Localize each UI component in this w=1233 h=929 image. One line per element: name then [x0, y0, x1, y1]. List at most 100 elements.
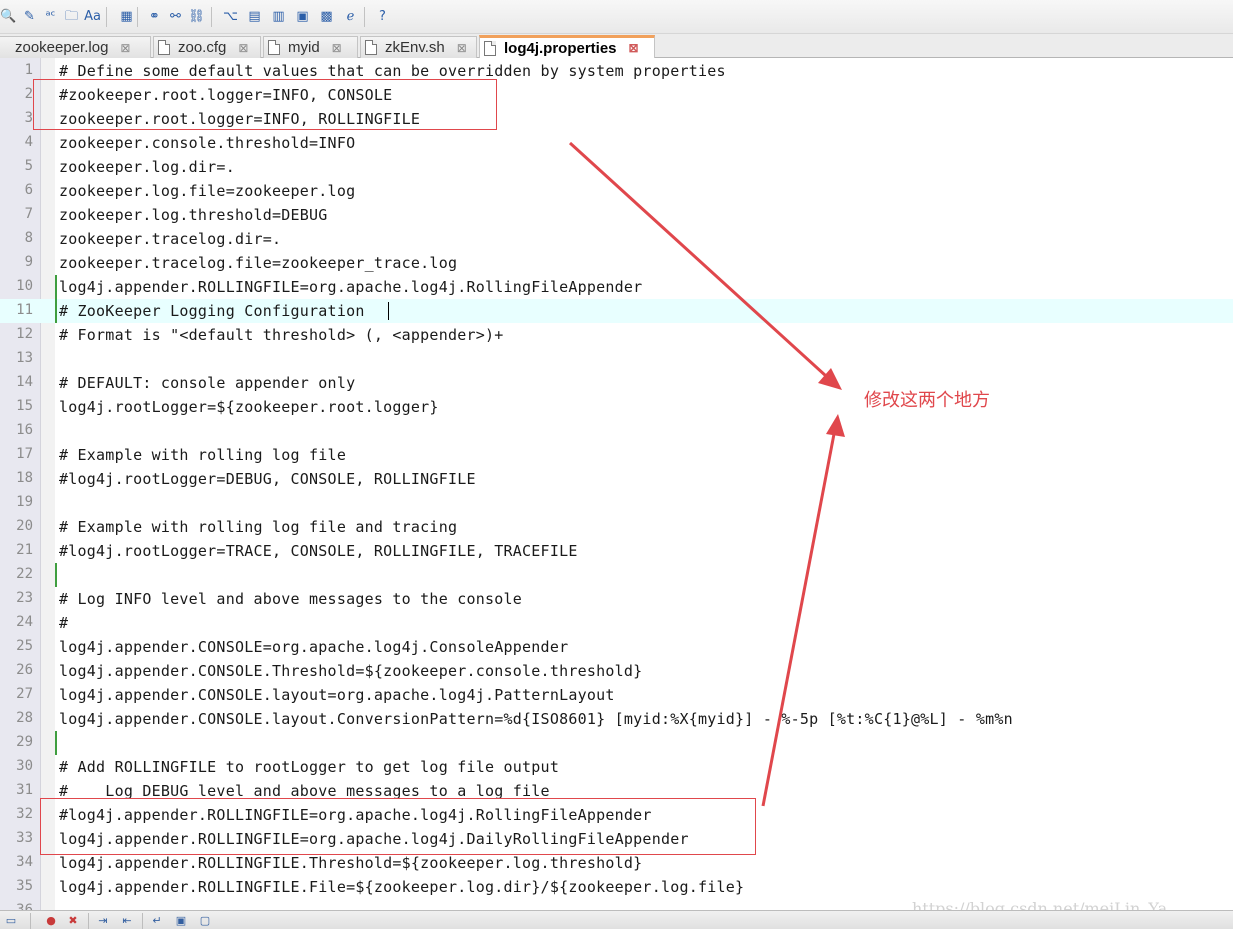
- code-text[interactable]: # Define some default values that can be…: [59, 62, 726, 80]
- indent-icon[interactable]: ⇥: [96, 914, 110, 928]
- code-line[interactable]: 29: [0, 731, 1233, 755]
- record-macro-icon[interactable]: ●: [44, 914, 58, 928]
- code-text[interactable]: #: [59, 614, 68, 632]
- link-icon[interactable]: ⚭: [146, 8, 163, 25]
- calculator-icon[interactable]: ▦: [118, 8, 135, 25]
- code-text[interactable]: log4j.appender.CONSOLE.layout=org.apache…: [59, 686, 615, 704]
- tree-view-icon[interactable]: ⌥: [222, 8, 239, 25]
- stop-macro-icon[interactable]: ✖: [66, 914, 80, 928]
- code-text[interactable]: log4j.appender.CONSOLE=org.apache.log4j.…: [59, 638, 568, 656]
- code-line[interactable]: 7 zookeeper.log.threshold=DEBUG: [0, 203, 1233, 227]
- code-text[interactable]: zookeeper.root.logger=INFO, ROLLINGFILE: [59, 110, 420, 128]
- code-line[interactable]: 4 zookeeper.console.threshold=INFO: [0, 131, 1233, 155]
- code-text[interactable]: log4j.appender.ROLLINGFILE.Threshold=${z…: [59, 854, 642, 872]
- code-text[interactable]: log4j.appender.ROLLINGFILE.File=${zookee…: [59, 878, 744, 896]
- panel-right-icon[interactable]: ▥: [270, 8, 287, 25]
- code-line[interactable]: 26 log4j.appender.CONSOLE.Threshold=${zoo…: [0, 659, 1233, 683]
- code-line[interactable]: 14 # DEFAULT: console appender only: [0, 371, 1233, 395]
- code-line[interactable]: 22: [0, 563, 1233, 587]
- tab-zoo-cfg[interactable]: zoo.cfg ⊠: [153, 36, 261, 58]
- code-text[interactable]: zookeeper.tracelog.file=zookeeper_trace.…: [59, 254, 457, 272]
- code-text[interactable]: zookeeper.log.file=zookeeper.log: [59, 182, 355, 200]
- code-text[interactable]: log4j.appender.CONSOLE.Threshold=${zooke…: [59, 662, 642, 680]
- code-line[interactable]: 23 # Log INFO level and above messages to…: [0, 587, 1233, 611]
- code-text[interactable]: # ZooKeeper Logging Configuration: [59, 302, 365, 320]
- link-alt-icon[interactable]: ⚯: [167, 8, 184, 25]
- view-panel-icon[interactable]: ▣: [174, 914, 188, 928]
- code-line[interactable]: 17 # Example with rolling log file: [0, 443, 1233, 467]
- tab-myid[interactable]: myid ⊠: [263, 36, 358, 58]
- wrap-icon[interactable]: ↵: [150, 914, 164, 928]
- code-text[interactable]: #log4j.appender.ROLLINGFILE=org.apache.l…: [59, 806, 652, 824]
- print-icon[interactable]: ▭: [4, 914, 18, 928]
- code-text[interactable]: # DEFAULT: console appender only: [59, 374, 355, 392]
- code-line[interactable]: 25 log4j.appender.CONSOLE=org.apache.log4…: [0, 635, 1233, 659]
- code-text[interactable]: zookeeper.console.threshold=INFO: [59, 134, 355, 152]
- tab-log4j-properties[interactable]: log4j.properties ⊠: [479, 35, 655, 58]
- code-line[interactable]: 35 log4j.appender.ROLLINGFILE.File=${zook…: [0, 875, 1233, 899]
- code-text[interactable]: #log4j.rootLogger=DEBUG, CONSOLE, ROLLIN…: [59, 470, 476, 488]
- code-line[interactable]: 2 #zookeeper.root.logger=INFO, CONSOLE: [0, 83, 1233, 107]
- code-line[interactable]: 5 zookeeper.log.dir=.: [0, 155, 1233, 179]
- code-line[interactable]: 30 # Add ROLLINGFILE to rootLogger to get…: [0, 755, 1233, 779]
- code-text[interactable]: #zookeeper.root.logger=INFO, CONSOLE: [59, 86, 392, 104]
- code-line[interactable]: 10 log4j.appender.ROLLINGFILE=org.apache.…: [0, 275, 1233, 299]
- code-line[interactable]: 13: [0, 347, 1233, 371]
- tab-close-icon[interactable]: ⊠: [629, 41, 639, 55]
- code-text[interactable]: # Add ROLLINGFILE to rootLogger to get l…: [59, 758, 559, 776]
- code-text[interactable]: #log4j.rootLogger=TRACE, CONSOLE, ROLLIN…: [59, 542, 578, 560]
- code-line[interactable]: 6 zookeeper.log.file=zookeeper.log: [0, 179, 1233, 203]
- code-line[interactable]: 11 # ZooKeeper Logging Configuration: [0, 299, 1233, 323]
- code-text[interactable]: zookeeper.log.threshold=DEBUG: [59, 206, 328, 224]
- code-text[interactable]: zookeeper.tracelog.dir=.: [59, 230, 281, 248]
- code-line[interactable]: 34 log4j.appender.ROLLINGFILE.Threshold=$…: [0, 851, 1233, 875]
- code-line[interactable]: 20 # Example with rolling log file and tr…: [0, 515, 1233, 539]
- code-text[interactable]: # Format is "<default threshold> (, <app…: [59, 326, 504, 344]
- code-line[interactable]: 27 log4j.appender.CONSOLE.layout=org.apac…: [0, 683, 1233, 707]
- code-text[interactable]: log4j.appender.ROLLINGFILE=org.apache.lo…: [59, 278, 642, 296]
- code-text[interactable]: # Log INFO level and above messages to t…: [59, 590, 522, 608]
- tab-close-icon[interactable]: ⊠: [457, 41, 467, 55]
- code-line[interactable]: 24 #: [0, 611, 1233, 635]
- edit-note-icon[interactable]: ✎: [21, 8, 38, 25]
- code-line[interactable]: 9 zookeeper.tracelog.file=zookeeper_trace…: [0, 251, 1233, 275]
- browser-icon[interactable]: ℯ: [342, 8, 359, 25]
- code-text[interactable]: # Example with rolling log file and trac…: [59, 518, 457, 536]
- find-in-files-icon[interactable]: 🗀: [63, 8, 80, 25]
- code-line[interactable]: 32 #log4j.appender.ROLLINGFILE=org.apache…: [0, 803, 1233, 827]
- tab-zkenv-sh[interactable]: zkEnv.sh ⊠: [360, 36, 477, 58]
- code-line[interactable]: 18 #log4j.rootLogger=DEBUG, CONSOLE, ROLL…: [0, 467, 1233, 491]
- text-format-icon[interactable]: Aa: [84, 8, 101, 25]
- code-line[interactable]: 31 # Log DEBUG level and above messages t…: [0, 779, 1233, 803]
- link-group-icon[interactable]: ⛓: [188, 8, 205, 25]
- code-line[interactable]: 8 zookeeper.tracelog.dir=.: [0, 227, 1233, 251]
- tab-close-icon[interactable]: ⊠: [120, 41, 130, 55]
- grid-icon[interactable]: ▩: [318, 8, 335, 25]
- code-text[interactable]: log4j.appender.CONSOLE.layout.Conversion…: [59, 710, 1013, 728]
- code-line[interactable]: 3 zookeeper.root.logger=INFO, ROLLINGFILE: [0, 107, 1233, 131]
- code-line[interactable]: 28 log4j.appender.CONSOLE.layout.Conversi…: [0, 707, 1233, 731]
- code-line[interactable]: 15 log4j.rootLogger=${zookeeper.root.logg…: [0, 395, 1233, 419]
- view-panel-alt-icon[interactable]: ▢: [198, 914, 212, 928]
- code-line[interactable]: 33 log4j.appender.ROLLINGFILE=org.apache.…: [0, 827, 1233, 851]
- code-line[interactable]: 12 # Format is "<default threshold> (, <a…: [0, 323, 1233, 347]
- replace-abc-icon[interactable]: ᵃᶜ: [42, 8, 59, 25]
- code-text[interactable]: log4j.rootLogger=${zookeeper.root.logger…: [59, 398, 439, 416]
- code-text[interactable]: # Log DEBUG level and above messages to …: [59, 782, 550, 800]
- code-editor[interactable]: 1 # Define some default values that can b…: [0, 58, 1233, 910]
- code-line[interactable]: 16: [0, 419, 1233, 443]
- find-icon[interactable]: 🔍: [0, 8, 17, 25]
- panel-left-icon[interactable]: ▤: [246, 8, 263, 25]
- tab-close-icon[interactable]: ⊠: [238, 41, 248, 55]
- code-text[interactable]: log4j.appender.ROLLINGFILE=org.apache.lo…: [59, 830, 689, 848]
- tab-zookeeper-log[interactable]: zookeeper.log ⊠: [0, 36, 151, 58]
- tab-close-icon[interactable]: ⊠: [332, 41, 342, 55]
- code-line[interactable]: 19: [0, 491, 1233, 515]
- code-text[interactable]: zookeeper.log.dir=.: [59, 158, 235, 176]
- code-line[interactable]: 21 #log4j.rootLogger=TRACE, CONSOLE, ROLL…: [0, 539, 1233, 563]
- code-text[interactable]: # Example with rolling log file: [59, 446, 346, 464]
- code-line[interactable]: 1 # Define some default values that can b…: [0, 59, 1233, 83]
- outdent-icon[interactable]: ⇤: [120, 914, 134, 928]
- help-icon[interactable]: ?: [374, 8, 391, 25]
- window-icon[interactable]: ▣: [294, 8, 311, 25]
